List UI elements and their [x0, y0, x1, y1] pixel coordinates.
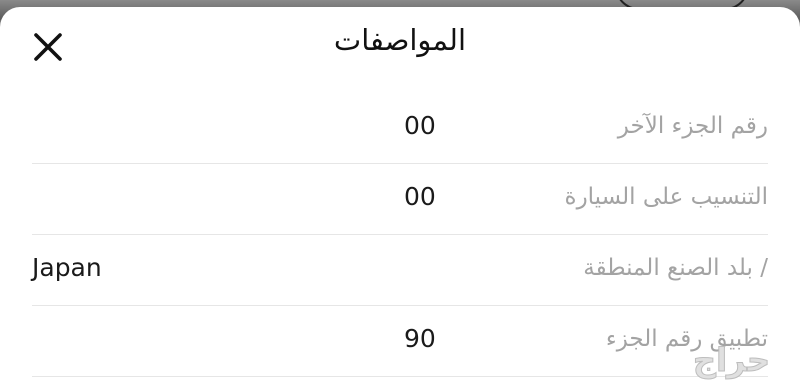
spec-label: التنسيب على السيارة [564, 184, 768, 210]
spec-label: / بلد الصنع المنطقة [583, 255, 768, 281]
spec-list: رقم الجزء الآخر 00 التنسيب على السيارة 0… [32, 93, 768, 377]
spec-row-other-part-number: رقم الجزء الآخر 00 [32, 93, 768, 164]
spec-value: 00 [404, 111, 436, 140]
spec-value: 00 [404, 182, 436, 211]
spec-label: رقم الجزء الآخر [617, 113, 768, 139]
spec-value: Japan [32, 253, 102, 282]
specifications-sheet: المواصفات رقم الجزء الآخر 00 التنسيب على… [0, 7, 800, 387]
spec-value: 90 [404, 324, 436, 353]
spec-row-part-number-application: تطبيق رقم الجزء 90 [32, 306, 768, 377]
spec-row-fitment: التنسيب على السيارة 00 [32, 164, 768, 235]
sheet-header: المواصفات [0, 7, 800, 87]
watermark-logo: حراج [693, 341, 771, 380]
page-title: المواصفات [333, 23, 467, 57]
spec-row-country-of-origin: / بلد الصنع المنطقة Japan [32, 235, 768, 306]
